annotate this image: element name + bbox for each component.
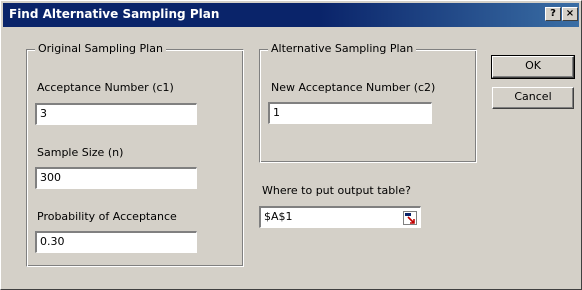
new-acceptance-label: New Acceptance Number (c2) [271, 81, 436, 94]
acceptance-number-label: Acceptance Number (c1) [37, 81, 174, 94]
alternative-plan-legend: Alternative Sampling Plan [268, 42, 417, 55]
output-location-value: $A$1 [264, 210, 293, 223]
collapse-dialog-icon[interactable] [403, 211, 417, 225]
output-location-label: Where to put output table? [262, 184, 411, 197]
sample-size-input[interactable]: 300 [35, 167, 197, 189]
sample-size-label: Sample Size (n) [37, 146, 124, 159]
acceptance-number-input[interactable]: 3 [35, 103, 197, 125]
close-button[interactable]: × [562, 7, 578, 21]
output-location-input[interactable]: $A$1 [259, 206, 421, 228]
probability-label: Probability of Acceptance [37, 210, 177, 223]
probability-input[interactable]: 0.30 [35, 231, 197, 253]
help-button[interactable]: ? [545, 7, 561, 21]
window-title: Find Alternative Sampling Plan [9, 7, 220, 21]
ok-button[interactable]: OK [491, 55, 575, 79]
new-acceptance-input[interactable]: 1 [268, 102, 432, 124]
cancel-button[interactable]: Cancel [492, 87, 574, 109]
original-plan-legend: Original Sampling Plan [35, 42, 166, 55]
title-bar[interactable]: Find Alternative Sampling Plan ? × [3, 3, 579, 27]
dialog-window: Find Alternative Sampling Plan ? × Origi… [0, 0, 582, 290]
